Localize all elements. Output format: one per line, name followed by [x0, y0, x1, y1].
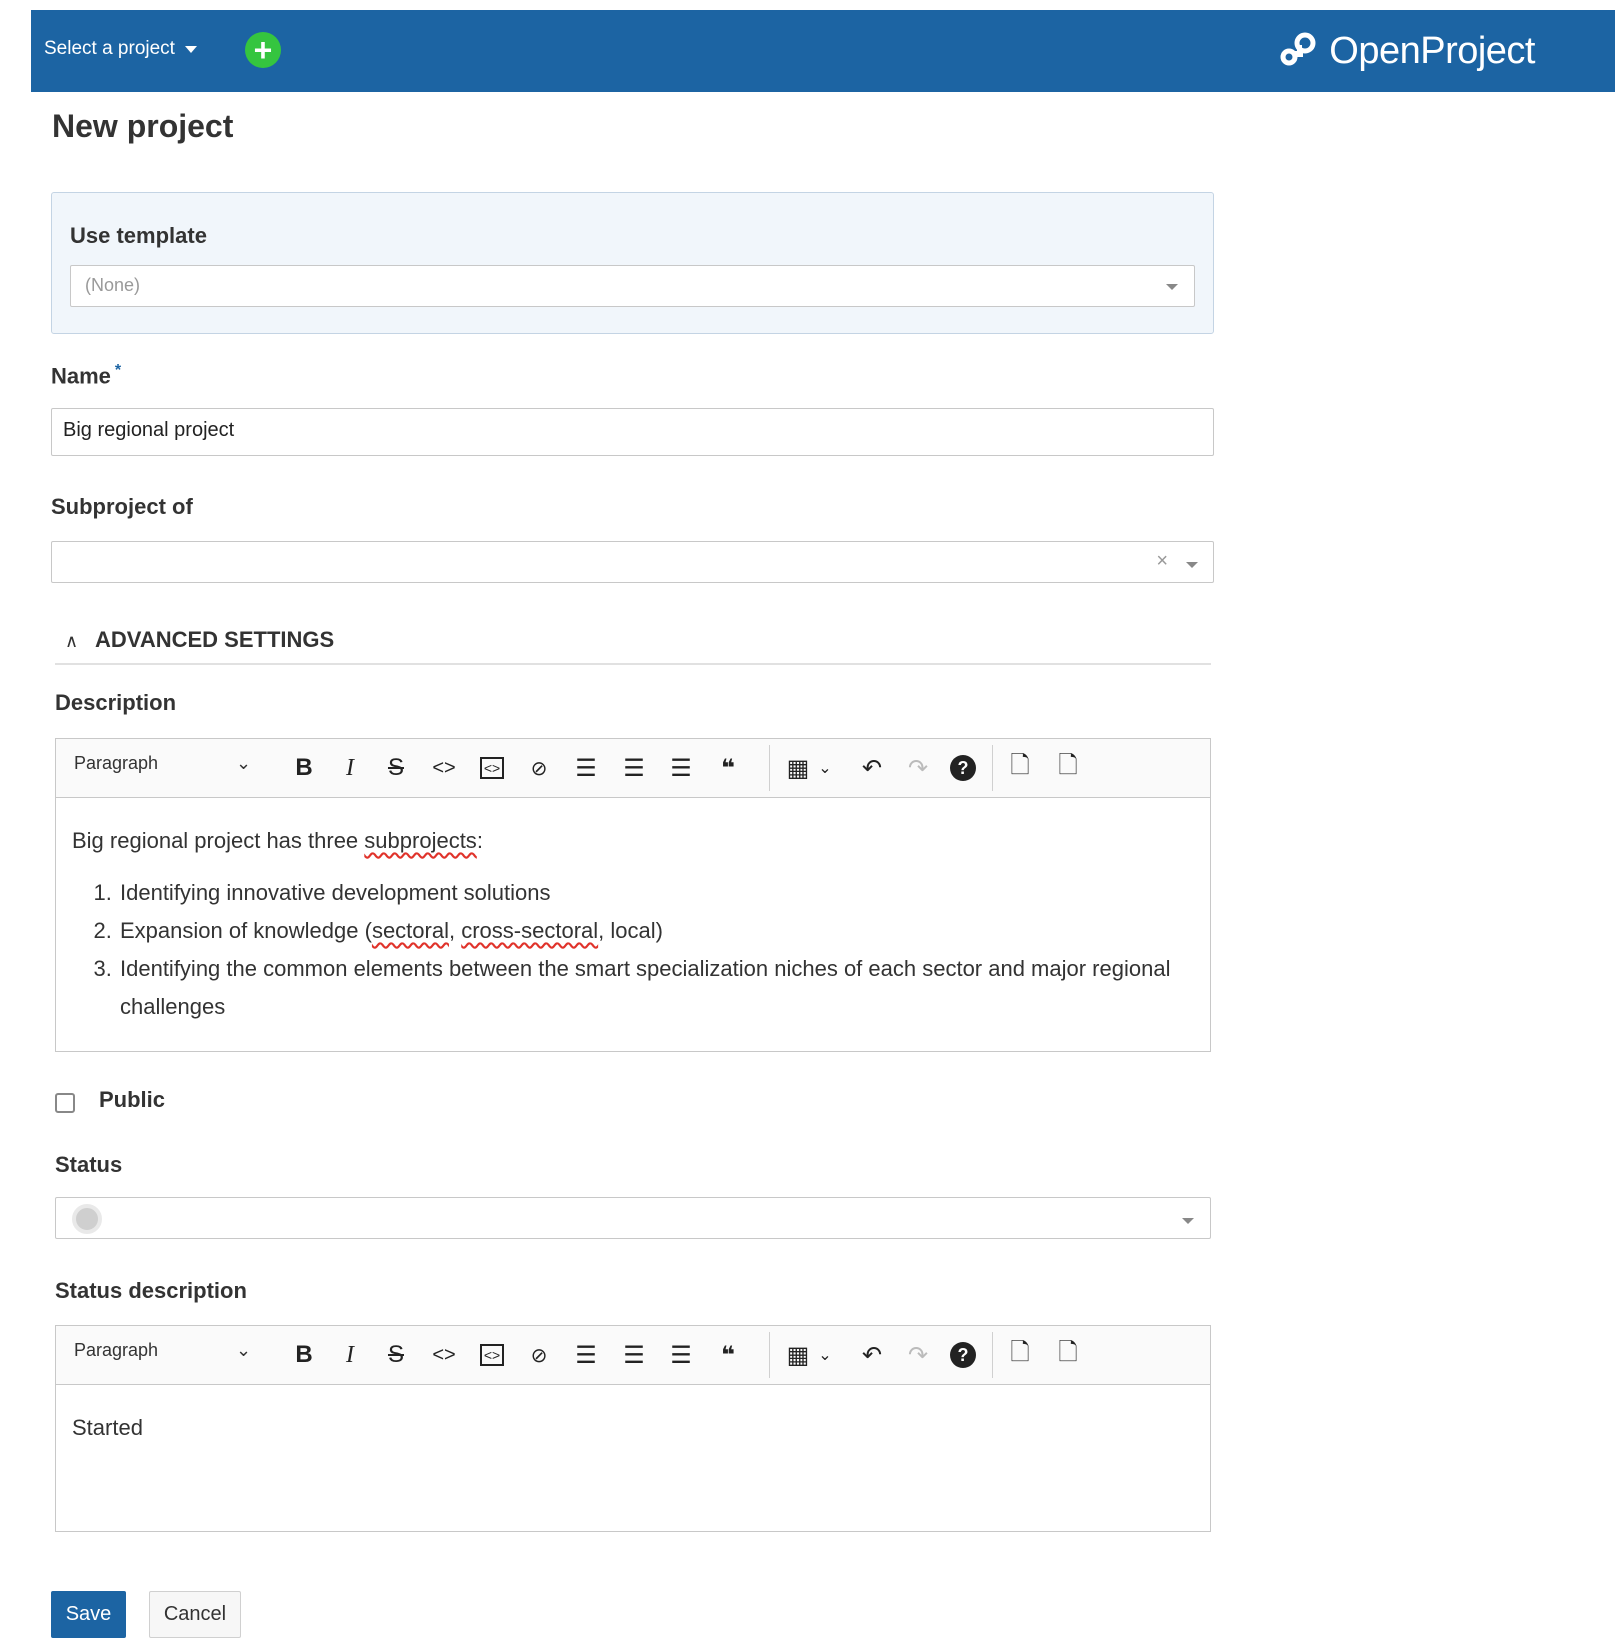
undo-icon[interactable]: ↶ — [852, 739, 892, 797]
bold-icon[interactable]: B — [284, 739, 324, 797]
advanced-settings-label: ADVANCED SETTINGS — [95, 627, 335, 652]
name-label: Name * — [51, 362, 121, 389]
advanced-settings-toggle[interactable]: ∧ ADVANCED SETTINGS — [55, 625, 1211, 665]
quote-icon[interactable]: ❝ — [708, 1326, 748, 1384]
strikethrough-icon[interactable]: S — [376, 1326, 416, 1384]
preview-icon[interactable]: 🗋 — [1000, 1326, 1040, 1384]
template-label: Use template — [70, 223, 207, 248]
template-value: (None) — [85, 275, 141, 295]
list-item: Expansion of knowledge (sectoral, cross-… — [118, 912, 1194, 950]
numbered-list-icon[interactable]: ☰ — [614, 1326, 654, 1384]
link-icon[interactable]: ⊘ — [519, 739, 559, 797]
status-description-label: Status description — [55, 1278, 247, 1303]
list-item: Identifying the common elements between … — [118, 950, 1194, 1026]
status-description-editor: Paragraph ⌄ B I S <> <> ⊘ ☰ ☰ ☰ ❝ ▦ ⌄ ↶ … — [55, 1325, 1211, 1532]
chevron-down-icon[interactable]: ⌄ — [236, 753, 251, 774]
status-description-toolbar: Paragraph ⌄ B I S <> <> ⊘ ☰ ☰ ☰ ❝ ▦ ⌄ ↶ … — [56, 1326, 1210, 1385]
undo-icon[interactable]: ↶ — [852, 1326, 892, 1384]
status-circle-icon — [72, 1204, 102, 1234]
chevron-up-icon: ∧ — [65, 631, 79, 651]
template-panel: Use template (None) — [51, 192, 1214, 334]
italic-icon[interactable]: I — [330, 1326, 370, 1384]
logo-text: OpenProject — [1329, 29, 1535, 72]
required-mark: * — [114, 362, 122, 379]
toolbar-separator — [769, 745, 770, 791]
table-icon[interactable]: ▦ — [778, 1326, 818, 1384]
subproject-select[interactable]: × — [51, 541, 1214, 583]
redo-icon[interactable]: ↷ — [898, 739, 938, 797]
status-description-content[interactable]: Started — [56, 1385, 1210, 1471]
chevron-down-icon — [1182, 1218, 1194, 1224]
paragraph-select[interactable]: Paragraph — [74, 753, 158, 774]
source-icon[interactable]: 🗋 — [1048, 1326, 1088, 1384]
description-content[interactable]: Big regional project has three subprojec… — [56, 798, 1210, 1050]
logo-mark-icon — [1280, 32, 1316, 66]
list-item: Identifying innovative development solut… — [118, 874, 1194, 912]
numbered-list-icon[interactable]: ☰ — [614, 739, 654, 797]
bulleted-list-icon[interactable]: ☰ — [566, 739, 606, 797]
help-icon[interactable]: ? — [943, 739, 983, 797]
redo-icon[interactable]: ↷ — [898, 1326, 938, 1384]
description-label: Description — [55, 690, 177, 715]
toolbar-separator — [992, 745, 993, 791]
toolbar-separator — [992, 1332, 993, 1378]
chevron-down-icon — [1166, 284, 1178, 290]
todo-list-icon[interactable]: ☰ — [661, 739, 701, 797]
cancel-button[interactable]: Cancel — [149, 1591, 241, 1638]
code-icon[interactable]: <> — [424, 739, 464, 797]
description-editor: Paragraph ⌄ B I S <> <> ⊘ ☰ ☰ ☰ ❝ ▦ ⌄ ↶ … — [55, 738, 1211, 1052]
link-icon[interactable]: ⊘ — [519, 1326, 559, 1384]
paragraph-select[interactable]: Paragraph — [74, 1340, 158, 1361]
code-block-icon[interactable]: <> — [472, 1326, 512, 1384]
bold-icon[interactable]: B — [284, 1326, 324, 1384]
public-label: Public — [99, 1087, 166, 1112]
italic-icon[interactable]: I — [330, 739, 370, 797]
public-checkbox[interactable] — [55, 1093, 75, 1113]
chevron-down-icon — [1186, 562, 1198, 568]
clear-icon[interactable]: × — [1156, 550, 1168, 573]
quote-icon[interactable]: ❝ — [708, 739, 748, 797]
name-label-text: Name — [51, 363, 111, 389]
chevron-down-icon[interactable]: ⌄ — [236, 1340, 251, 1361]
description-intro: Big regional project has three subprojec… — [72, 828, 483, 853]
template-select[interactable]: (None) — [70, 265, 1195, 307]
toolbar-separator — [769, 1332, 770, 1378]
project-select-label: Select a project — [44, 38, 175, 59]
code-block-icon[interactable]: <> — [472, 739, 512, 797]
code-icon[interactable]: <> — [424, 1326, 464, 1384]
preview-icon[interactable]: 🗋 — [1000, 739, 1040, 797]
status-description-text: Started — [72, 1415, 143, 1440]
project-select-dropdown[interactable]: Select a project — [44, 38, 197, 60]
strikethrough-icon[interactable]: S — [376, 739, 416, 797]
caret-down-icon — [184, 45, 197, 53]
plus-icon: + — [253, 32, 273, 68]
page-title: New project — [52, 108, 234, 144]
status-label: Status — [55, 1152, 123, 1177]
top-header: Select a project + OpenProject — [31, 10, 1615, 92]
status-select[interactable] — [55, 1197, 1211, 1239]
source-icon[interactable]: 🗋 — [1048, 739, 1088, 797]
todo-list-icon[interactable]: ☰ — [661, 1326, 701, 1384]
spell-error: subprojects — [364, 828, 477, 853]
description-list: Identifying innovative development solut… — [72, 874, 1194, 1026]
chevron-down-icon[interactable]: ⌄ — [813, 739, 837, 797]
openproject-logo[interactable]: OpenProject — [1277, 24, 1535, 78]
help-icon[interactable]: ? — [943, 1326, 983, 1384]
name-input[interactable]: Big regional project — [51, 408, 1214, 456]
table-icon[interactable]: ▦ — [778, 739, 818, 797]
subproject-label: Subproject of — [51, 494, 193, 519]
description-toolbar: Paragraph ⌄ B I S <> <> ⊘ ☰ ☰ ☰ ❝ ▦ ⌄ ↶ … — [56, 739, 1210, 798]
chevron-down-icon[interactable]: ⌄ — [813, 1326, 837, 1384]
add-project-button[interactable]: + — [245, 32, 281, 68]
save-button[interactable]: Save — [51, 1591, 126, 1638]
bulleted-list-icon[interactable]: ☰ — [566, 1326, 606, 1384]
